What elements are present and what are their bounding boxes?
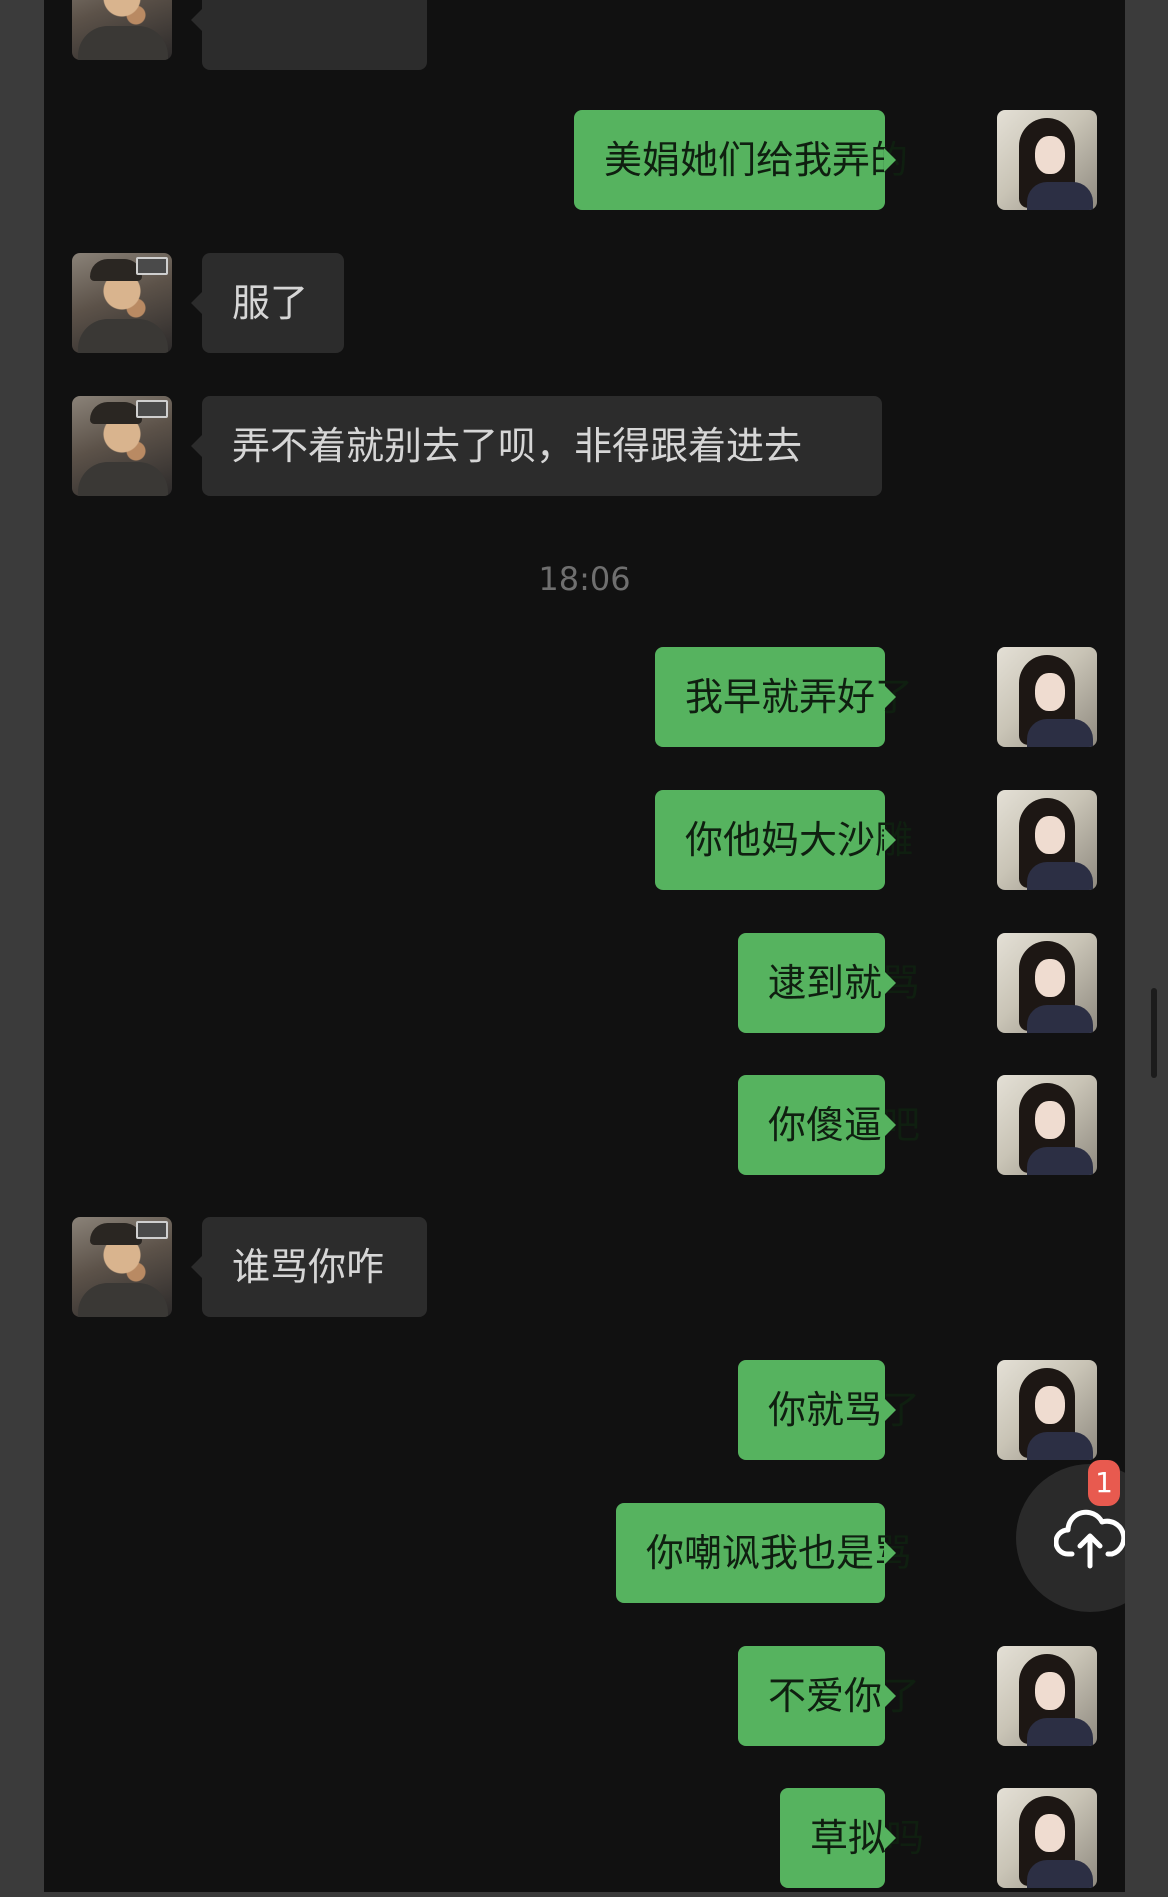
notification-badge: 1	[1088, 1460, 1120, 1506]
message-timestamp: 18:06	[538, 560, 631, 598]
avatar-self[interactable]	[997, 647, 1097, 747]
cloud-upload-icon	[1054, 1509, 1125, 1569]
message-bubble-outgoing[interactable]: 不爱你了	[738, 1646, 920, 1746]
avatar-self[interactable]	[997, 1360, 1097, 1460]
avatar-contact[interactable]	[72, 253, 172, 353]
message-bubble-outgoing[interactable]: 美娟她们给我弄的	[574, 110, 908, 210]
message-bubble-incoming[interactable]: 服了	[191, 253, 344, 353]
device-frame: 美娟她们给我弄的 服了 弄不着就别去了呗，非得跟着进去 18:06 我早就弄好了…	[0, 0, 1168, 1897]
avatar-self[interactable]	[997, 1075, 1097, 1175]
avatar-contact[interactable]	[72, 0, 172, 60]
avatar-self[interactable]	[997, 790, 1097, 890]
avatar-self[interactable]	[997, 1646, 1097, 1746]
message-bubble-outgoing[interactable]: 我早就弄好了	[655, 647, 913, 747]
message-bubble-partial	[191, 0, 427, 70]
message-bubble-outgoing[interactable]: 你傻逼吧	[738, 1075, 920, 1175]
avatar-self[interactable]	[997, 110, 1097, 210]
scrollbar[interactable]	[1151, 988, 1157, 1078]
message-bubble-incoming[interactable]: 谁骂你咋	[191, 1217, 427, 1317]
message-bubble-outgoing[interactable]: 逮到就骂	[738, 933, 920, 1033]
message-bubble-outgoing[interactable]: 你嘲讽我也是骂	[616, 1503, 912, 1603]
avatar-self[interactable]	[997, 1788, 1097, 1888]
message-bubble-outgoing[interactable]: 你就骂了	[738, 1360, 920, 1460]
message-bubble-outgoing[interactable]: 草拟吗	[780, 1788, 924, 1888]
message-bubble-outgoing[interactable]: 你他妈大沙雕	[655, 790, 913, 890]
avatar-contact[interactable]	[72, 396, 172, 496]
avatar-contact[interactable]	[72, 1217, 172, 1317]
message-bubble-incoming[interactable]: 弄不着就别去了呗，非得跟着进去	[191, 396, 882, 496]
avatar-self[interactable]	[997, 933, 1097, 1033]
chat-screen[interactable]: 美娟她们给我弄的 服了 弄不着就别去了呗，非得跟着进去 18:06 我早就弄好了…	[44, 0, 1125, 1892]
